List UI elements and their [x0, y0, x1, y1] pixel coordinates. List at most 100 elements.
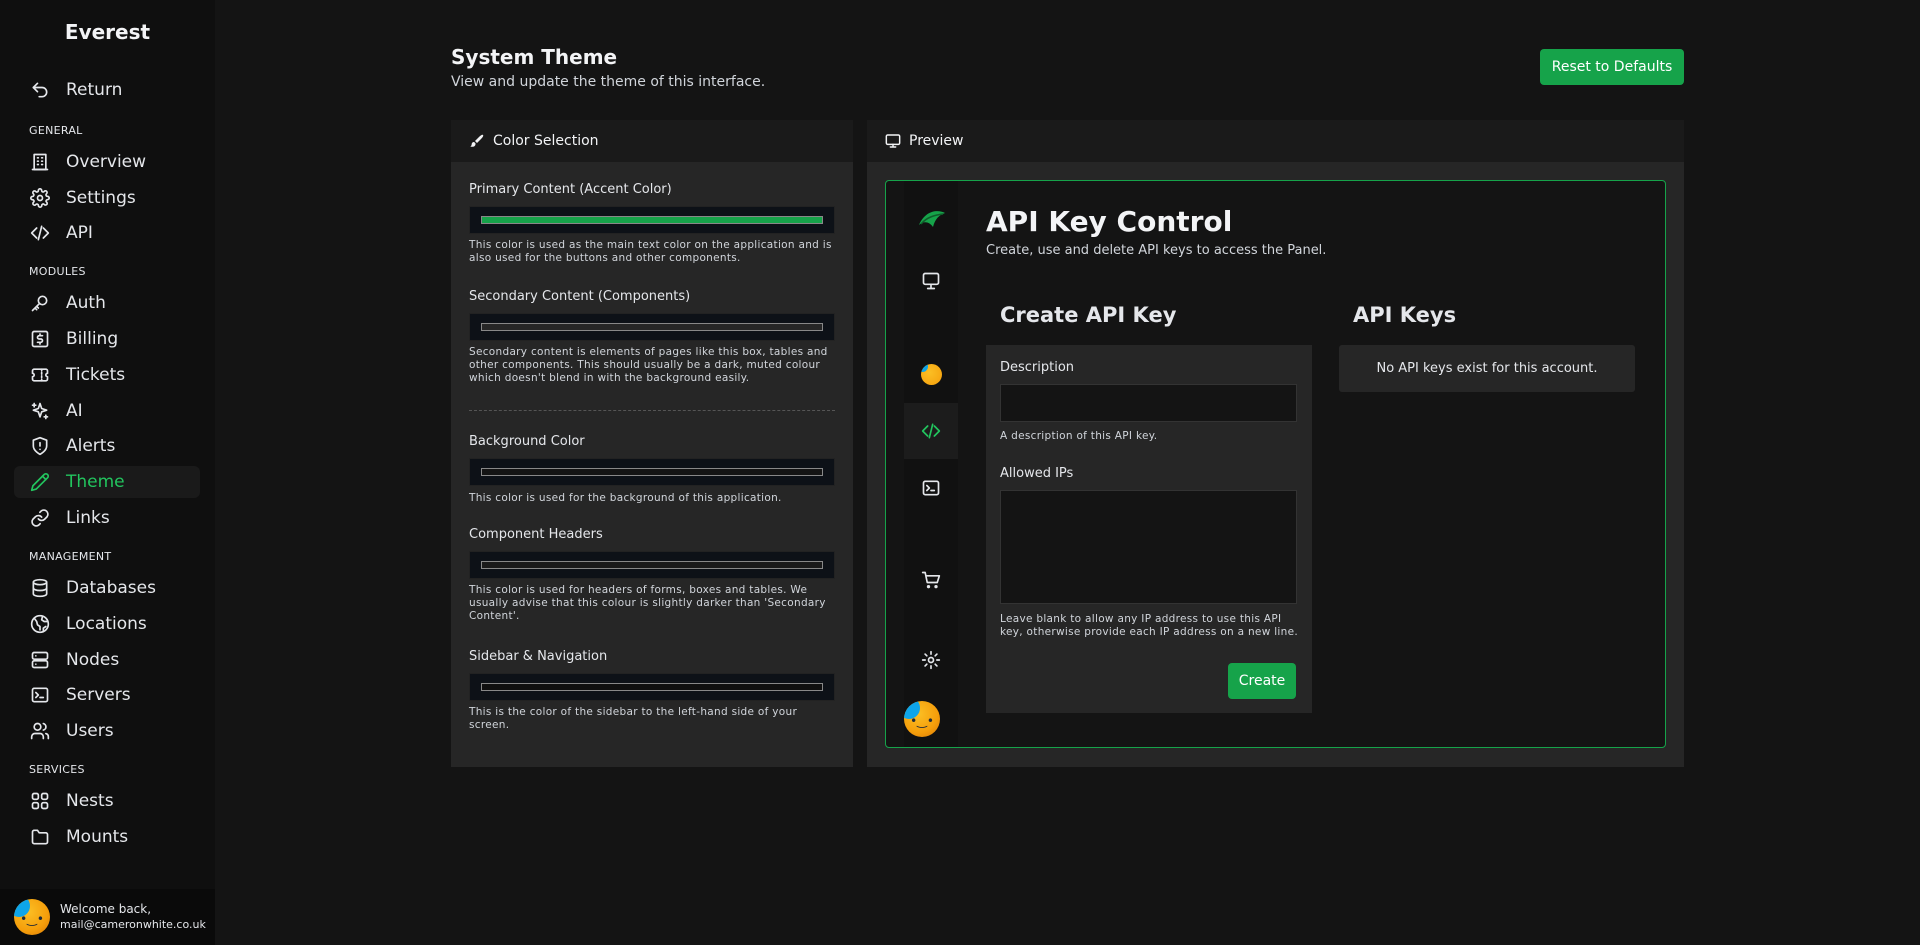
sidebar-item-mounts[interactable]: Mounts [14, 821, 200, 853]
terminal-icon[interactable] [921, 478, 941, 498]
preview-header: Preview [867, 120, 1684, 162]
globe-icon [30, 614, 50, 634]
sidebar-item-label: Alerts [66, 436, 116, 456]
headers-color-help: This color is used for headers of forms,… [469, 584, 826, 622]
sidebar-color-help: This is the color of the sidebar to the … [469, 706, 798, 731]
sidebar-color-label: Sidebar & Navigation [469, 649, 608, 664]
headers-color-input[interactable] [469, 551, 835, 579]
background-color-input[interactable] [469, 458, 835, 486]
user-email: mail@cameronwhite.co.uk [60, 918, 206, 931]
sidebar-item-settings[interactable]: Settings [14, 182, 200, 214]
sidebar-item-theme[interactable]: Theme [14, 466, 200, 498]
background-color-help: This color is used for the background of… [469, 492, 782, 504]
terminal-icon [31, 687, 49, 703]
sidebar-item-label: Billing [66, 329, 119, 349]
sidebar-item-overview[interactable]: Overview [14, 146, 200, 178]
description-input[interactable] [1000, 384, 1297, 422]
preview-card: Preview •‿• API Key Control Create, use … [867, 120, 1684, 767]
sidebar-item-links[interactable]: Links [14, 502, 200, 534]
user-panel[interactable]: •‿• Welcome back, mail@cameronwhite.co.u… [0, 889, 215, 945]
key-icon [31, 295, 48, 312]
primary-color-help: This color is used as the main text colo… [469, 239, 832, 264]
primary-color-swatch [481, 216, 823, 224]
sidebar-item-auth[interactable]: Auth [14, 287, 200, 319]
section-services: SERVICES [29, 763, 85, 776]
headers-color-label: Component Headers [469, 527, 603, 542]
gear-icon[interactable] [921, 650, 941, 670]
grid-icon [31, 792, 49, 810]
sidebar-item-label: Servers [66, 685, 131, 705]
secondary-color-help: Secondary content is elements of pages l… [469, 346, 828, 384]
section-modules: MODULES [29, 265, 86, 278]
welcome-text: Welcome back, [60, 902, 152, 916]
description-label: Description [1000, 360, 1075, 375]
link-icon [31, 509, 49, 527]
avatar-icon[interactable] [921, 364, 942, 385]
allowed-ips-label: Allowed IPs [1000, 466, 1074, 481]
sidebar-item-billing[interactable]: Billing [14, 323, 200, 355]
sidebar-item-ai[interactable]: AI [14, 395, 200, 427]
secondary-color-input[interactable] [469, 313, 835, 341]
paintbrush-icon [470, 134, 484, 147]
allowed-ips-help: Leave blank to allow any IP address to u… [1000, 613, 1298, 638]
reset-defaults-button[interactable]: Reset to Defaults [1540, 49, 1684, 85]
description-help: A description of this API key. [1000, 430, 1158, 442]
sparkles-icon [31, 402, 49, 420]
sidebar-item-databases[interactable]: Databases [14, 572, 200, 604]
monitor-icon[interactable] [921, 271, 941, 291]
secondary-color-label: Secondary Content (Components) [469, 289, 691, 304]
sidebar-item-label: Overview [66, 152, 147, 172]
billing-icon [31, 330, 49, 348]
sidebar-item-label: Mounts [66, 827, 129, 847]
background-color-label: Background Color [469, 434, 585, 449]
sidebar-color-swatch [481, 683, 823, 691]
allowed-ips-textarea[interactable] [1000, 490, 1297, 604]
shield-icon [32, 436, 48, 456]
primary-color-input[interactable] [469, 206, 835, 234]
sidebar-item-alerts[interactable]: Alerts [14, 430, 200, 462]
sidebar: Everest Return GENERAL Overview Settings… [0, 0, 215, 945]
secondary-color-swatch [481, 323, 823, 331]
create-api-key-heading: Create API Key [1000, 303, 1177, 327]
preview-page-subtitle: Create, use and delete API keys to acces… [986, 243, 1327, 258]
users-icon [30, 722, 50, 740]
building-icon [31, 153, 49, 171]
code-icon[interactable] [921, 421, 941, 441]
section-general: GENERAL [29, 124, 83, 137]
sidebar-item-api[interactable]: API [14, 217, 200, 249]
sidebar-color-input[interactable] [469, 673, 835, 701]
sidebar-item-label: Auth [66, 293, 106, 313]
preview-sidebar [904, 181, 958, 747]
page-subtitle: View and update the theme of this interf… [451, 74, 766, 90]
primary-color-label: Primary Content (Accent Color) [469, 182, 672, 197]
preview-avatar[interactable]: •‿• [904, 701, 940, 737]
sidebar-item-tickets[interactable]: Tickets [14, 359, 200, 391]
card-title: Color Selection [493, 133, 599, 149]
return-icon [32, 82, 48, 98]
card-title: Preview [909, 133, 964, 149]
sidebar-item-label: Tickets [66, 365, 126, 385]
preview-frame: •‿• API Key Control Create, use and dele… [885, 180, 1666, 748]
avatar: •‿• [14, 899, 50, 935]
headers-color-swatch [481, 561, 823, 569]
sidebar-item-nests[interactable]: Nests [14, 785, 200, 817]
database-icon [32, 578, 48, 598]
section-management: MANAGEMENT [29, 550, 112, 563]
sidebar-item-nodes[interactable]: Nodes [14, 644, 200, 676]
gear-icon [30, 188, 50, 208]
sidebar-item-return[interactable]: Return [14, 74, 200, 106]
sidebar-item-locations[interactable]: Locations [14, 608, 200, 640]
create-button[interactable]: Create [1228, 663, 1296, 699]
user-info: Welcome back, mail@cameronwhite.co.uk [60, 901, 206, 933]
cart-icon[interactable] [921, 570, 941, 590]
sidebar-item-servers[interactable]: Servers [14, 679, 200, 711]
folder-icon [31, 829, 49, 845]
sidebar-item-label: Users [66, 721, 114, 741]
sidebar-item-label: Nodes [66, 650, 120, 670]
sidebar-item-users[interactable]: Users [14, 715, 200, 747]
pencil-icon [30, 473, 49, 492]
no-api-keys-message: No API keys exist for this account. [1339, 345, 1635, 392]
sidebar-item-label: Databases [66, 578, 156, 598]
sidebar-item-label: AI [66, 401, 83, 421]
background-color-swatch [481, 468, 823, 476]
